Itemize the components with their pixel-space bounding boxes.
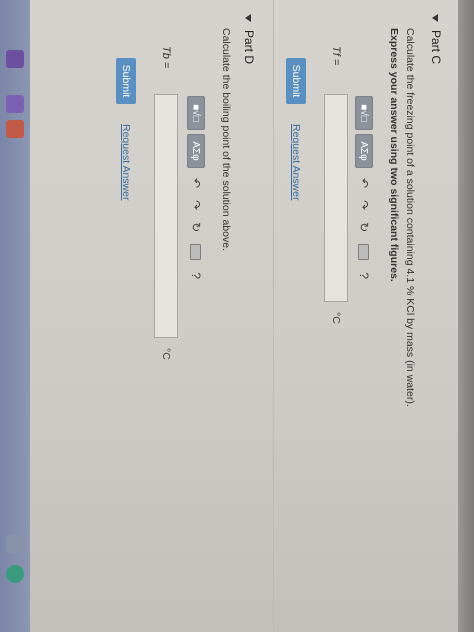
- app-icon[interactable]: [6, 95, 24, 113]
- reset-icon[interactable]: ↻: [357, 222, 371, 232]
- collapse-part-c-icon[interactable]: [432, 14, 438, 22]
- part-d-request-answer-link[interactable]: Request Answer: [120, 124, 132, 200]
- part-d-answer-input[interactable]: [154, 94, 178, 338]
- templates-button[interactable]: ■√□: [187, 96, 205, 130]
- part-d-variable-label: Tb =: [160, 46, 172, 69]
- part-c-submit-button[interactable]: Submit: [286, 58, 306, 104]
- part-c-request-answer-link[interactable]: Request Answer: [290, 124, 302, 200]
- monitor-bezel: [458, 0, 474, 632]
- redo-icon[interactable]: ↷: [357, 200, 371, 210]
- part-d-submit-button[interactable]: Submit: [116, 58, 136, 104]
- part-c-title[interactable]: Part C: [429, 30, 443, 64]
- divider: [273, 0, 274, 632]
- redo-icon[interactable]: ↷: [189, 200, 203, 210]
- part-c-math-toolbar: ■√□ AΣφ ↶ ↷ ↻ ?: [354, 96, 374, 285]
- part-c-instruction: Express your answer using two significan…: [388, 28, 400, 282]
- screen: Part C Calculate the freezing point of a…: [30, 0, 458, 632]
- part-d-math-toolbar: ■√□ AΣφ ↶ ↷ ↻ ?: [186, 96, 206, 285]
- undo-icon[interactable]: ↶: [357, 178, 371, 188]
- part-d-unit: °C: [160, 348, 172, 360]
- help-icon[interactable]: ?: [189, 272, 203, 279]
- keyboard-icon[interactable]: [190, 244, 202, 261]
- keyboard-icon[interactable]: [358, 244, 370, 261]
- part-c-question: Calculate the freezing point of a soluti…: [404, 28, 416, 407]
- symbols-button[interactable]: AΣφ: [187, 134, 205, 168]
- collapse-part-d-icon[interactable]: [245, 14, 251, 22]
- part-d-title[interactable]: Part D: [242, 30, 256, 64]
- part-c-answer-input[interactable]: [324, 94, 348, 302]
- system-tray-icon[interactable]: [6, 565, 24, 583]
- symbols-button[interactable]: AΣφ: [355, 134, 373, 168]
- part-d-question: Calculate the boiling point of the solut…: [220, 28, 232, 251]
- reset-icon[interactable]: ↻: [189, 222, 203, 232]
- help-icon[interactable]: ?: [357, 272, 371, 279]
- app-icon[interactable]: [6, 120, 24, 138]
- taskbar: [0, 0, 30, 632]
- undo-icon[interactable]: ↶: [189, 178, 203, 188]
- part-c-variable-label: Tf =: [330, 46, 342, 66]
- part-c-unit: °C: [330, 312, 342, 324]
- templates-button[interactable]: ■√□: [355, 96, 373, 130]
- system-tray-icon[interactable]: [6, 535, 24, 553]
- assignment-page: Part C Calculate the freezing point of a…: [30, 0, 458, 632]
- app-icon[interactable]: [6, 50, 24, 68]
